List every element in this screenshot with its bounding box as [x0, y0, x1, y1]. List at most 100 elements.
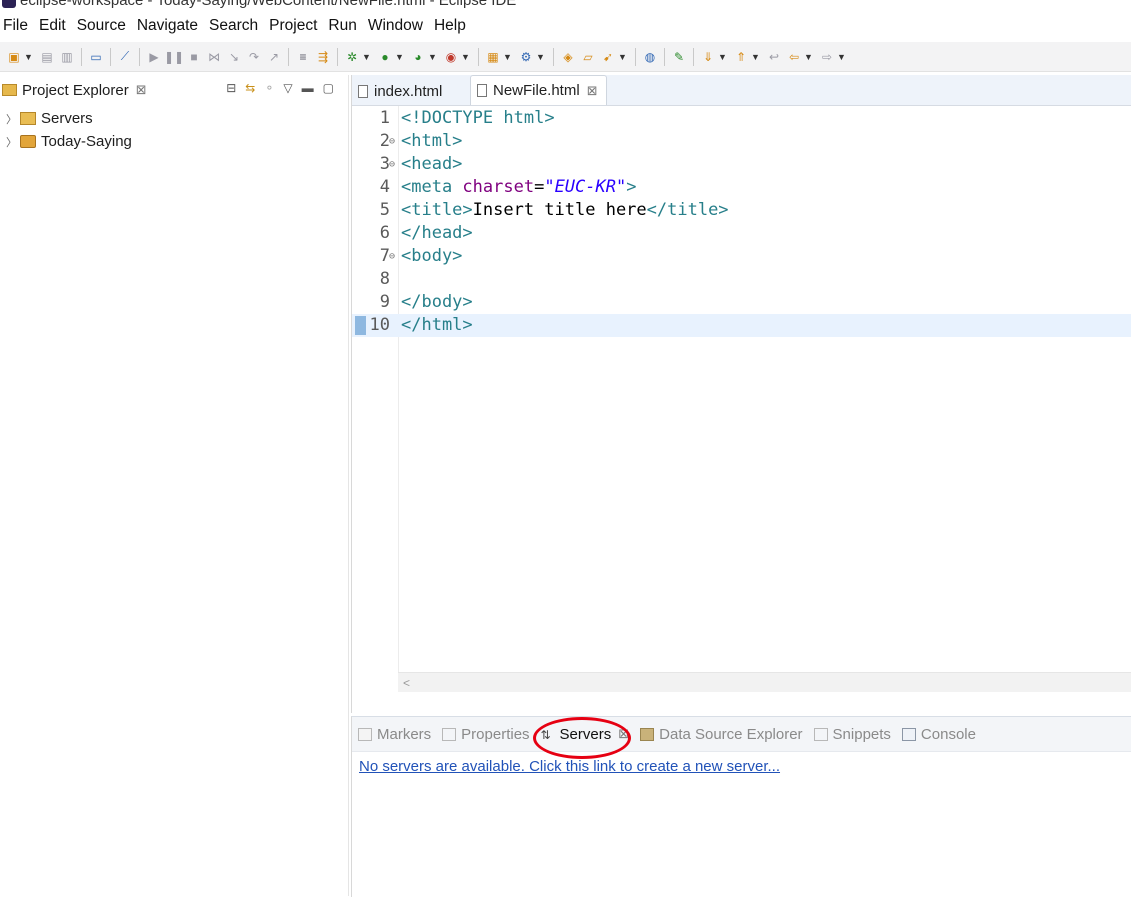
debug-icon[interactable]: ✲: [344, 49, 360, 65]
close-icon[interactable]: ⊠: [136, 82, 147, 98]
new-server-icon[interactable]: ▦: [485, 49, 501, 65]
search-tool-icon[interactable]: ➹: [600, 49, 616, 65]
search-tool-dropdown-icon[interactable]: ▼: [618, 49, 627, 65]
tab-console[interactable]: Console: [901, 726, 976, 743]
code-line[interactable]: 2 ⊖ <html>: [352, 130, 1131, 153]
open-folder-icon[interactable]: ▱: [580, 49, 596, 65]
menu-edit[interactable]: Edit: [39, 17, 66, 35]
tree-item-today-saying[interactable]: 〉 Today-Saying: [0, 130, 348, 153]
forward-dropdown-icon[interactable]: ▼: [837, 49, 846, 65]
code-token: "EUC-KR": [544, 177, 627, 197]
new-icon[interactable]: ▣: [6, 49, 22, 65]
tab-markers[interactable]: Markers: [358, 726, 431, 743]
code-line[interactable]: 10 </html>: [352, 314, 1131, 337]
step-into-icon[interactable]: ↘: [226, 49, 242, 65]
step-return-icon[interactable]: ↗: [266, 49, 282, 65]
terminate-icon[interactable]: ■: [186, 49, 202, 65]
code-token: =: [534, 177, 545, 197]
minimize-icon[interactable]: ▬: [302, 81, 314, 95]
code-line[interactable]: 4 <meta charset="EUC-KR">: [352, 176, 1131, 199]
word-wrap-icon[interactable]: ≡: [295, 49, 311, 65]
line-number: 3: [379, 154, 390, 174]
tab-index-html[interactable]: index.html: [352, 77, 470, 105]
code-line[interactable]: 3 ⊖ <head>: [352, 153, 1131, 176]
forward-icon[interactable]: ⇨: [819, 49, 835, 65]
menu-run[interactable]: Run: [328, 17, 356, 35]
disconnect-icon[interactable]: ⋈: [206, 49, 222, 65]
debug-dropdown-icon[interactable]: ▼: [362, 49, 371, 65]
tab-properties[interactable]: Properties: [442, 726, 530, 743]
horizontal-scrollbar[interactable]: <: [398, 672, 1131, 692]
step-over-icon[interactable]: ↷: [246, 49, 262, 65]
run-icon[interactable]: ●: [377, 49, 393, 65]
tab-data-source-explorer[interactable]: Data Source Explorer: [640, 726, 803, 743]
code-line[interactable]: 8: [352, 268, 1131, 291]
create-server-link[interactable]: No servers are available. Click this lin…: [359, 758, 780, 775]
run-dropdown-icon[interactable]: ▼: [395, 49, 404, 65]
maximize-icon[interactable]: ▢: [323, 81, 334, 95]
terminal-icon[interactable]: ▭: [88, 49, 104, 65]
suspend-icon[interactable]: ❚❚: [164, 49, 184, 65]
new-dropdown-icon[interactable]: ▼: [24, 49, 33, 65]
last-edit-icon[interactable]: ↩: [766, 49, 782, 65]
browser-icon[interactable]: ◍: [642, 49, 658, 65]
tab-newfile-html[interactable]: NewFile.html ⊠: [470, 75, 607, 105]
menu-file[interactable]: File: [3, 17, 28, 35]
new-class-icon[interactable]: ⚙: [518, 49, 534, 65]
view-menu-icon[interactable]: ▽: [283, 81, 292, 95]
back-dropdown-icon[interactable]: ▼: [804, 49, 813, 65]
coverage-dropdown-icon[interactable]: ▼: [428, 49, 437, 65]
resume-icon[interactable]: ▶: [146, 49, 162, 65]
line-number: 1: [379, 108, 390, 128]
scroll-left-icon[interactable]: <: [403, 676, 410, 690]
menu-window[interactable]: Window: [368, 17, 423, 35]
fold-toggle-icon[interactable]: ⊖: [389, 130, 395, 153]
code-line[interactable]: 1 <!DOCTYPE html>: [352, 107, 1131, 130]
code-editor[interactable]: < 1 <!DOCTYPE html> 2 ⊖ <html> 3 ⊖ <head> 4 <meta…: [352, 106, 1131, 692]
open-type-icon[interactable]: ◈: [560, 49, 576, 65]
annotation-icon[interactable]: ✎: [671, 49, 687, 65]
toggle-mark-icon[interactable]: ⇶: [315, 49, 331, 65]
menu-navigate[interactable]: Navigate: [137, 17, 198, 35]
menu-project[interactable]: Project: [269, 17, 317, 35]
external-tools-dropdown-icon[interactable]: ▼: [461, 49, 470, 65]
menu-help[interactable]: Help: [434, 17, 466, 35]
close-icon[interactable]: ⊠: [587, 83, 598, 99]
previous-annotation-icon[interactable]: ⇑: [733, 49, 749, 65]
collapse-all-icon[interactable]: ⊟: [226, 81, 236, 95]
save-icon[interactable]: ▤: [39, 49, 55, 65]
code-line[interactable]: 5 <title>Insert title here</title>: [352, 199, 1131, 222]
next-annotation-dropdown-icon[interactable]: ▼: [718, 49, 727, 65]
menu-source[interactable]: Source: [77, 17, 126, 35]
save-all-icon[interactable]: ▥: [59, 49, 75, 65]
external-tools-icon[interactable]: ◉: [443, 49, 459, 65]
new-class-dropdown-icon[interactable]: ▼: [536, 49, 545, 65]
next-annotation-icon[interactable]: ⇓: [700, 49, 716, 65]
skip-breakpoints-icon[interactable]: ⟋: [117, 49, 133, 65]
expand-arrow-icon[interactable]: 〉: [6, 111, 17, 127]
fold-toggle-icon[interactable]: ⊖: [389, 245, 395, 268]
tab-label: NewFile.html: [493, 82, 580, 99]
code-token: <head>: [401, 154, 463, 174]
focus-icon[interactable]: ⚬: [264, 81, 274, 95]
previous-annotation-dropdown-icon[interactable]: ▼: [751, 49, 760, 65]
line-number: 2: [379, 131, 390, 151]
coverage-icon[interactable]: ◕: [410, 49, 426, 65]
tab-label: Markers: [377, 725, 432, 743]
tree-item-label: Today-Saying: [41, 133, 132, 150]
code-token: charset: [462, 177, 535, 197]
new-server-dropdown-icon[interactable]: ▼: [503, 49, 512, 65]
tab-snippets[interactable]: Snippets: [813, 725, 891, 743]
project-explorer-tab[interactable]: Project Explorer ⊠: [0, 82, 147, 99]
code-line[interactable]: 9 </body>: [352, 291, 1131, 314]
tab-label: Snippets: [832, 725, 891, 743]
expand-arrow-icon[interactable]: 〉: [6, 134, 17, 150]
code-line[interactable]: 6 </head>: [352, 222, 1131, 245]
back-icon[interactable]: ⇦: [786, 49, 802, 65]
link-with-editor-icon[interactable]: ⇆: [245, 81, 255, 95]
code-line[interactable]: 7 ⊖ <body>: [352, 245, 1131, 268]
fold-toggle-icon[interactable]: ⊖: [389, 153, 395, 176]
code-text: <html>: [401, 130, 462, 153]
tree-item-servers[interactable]: 〉 Servers: [0, 107, 348, 130]
menu-search[interactable]: Search: [209, 17, 258, 35]
